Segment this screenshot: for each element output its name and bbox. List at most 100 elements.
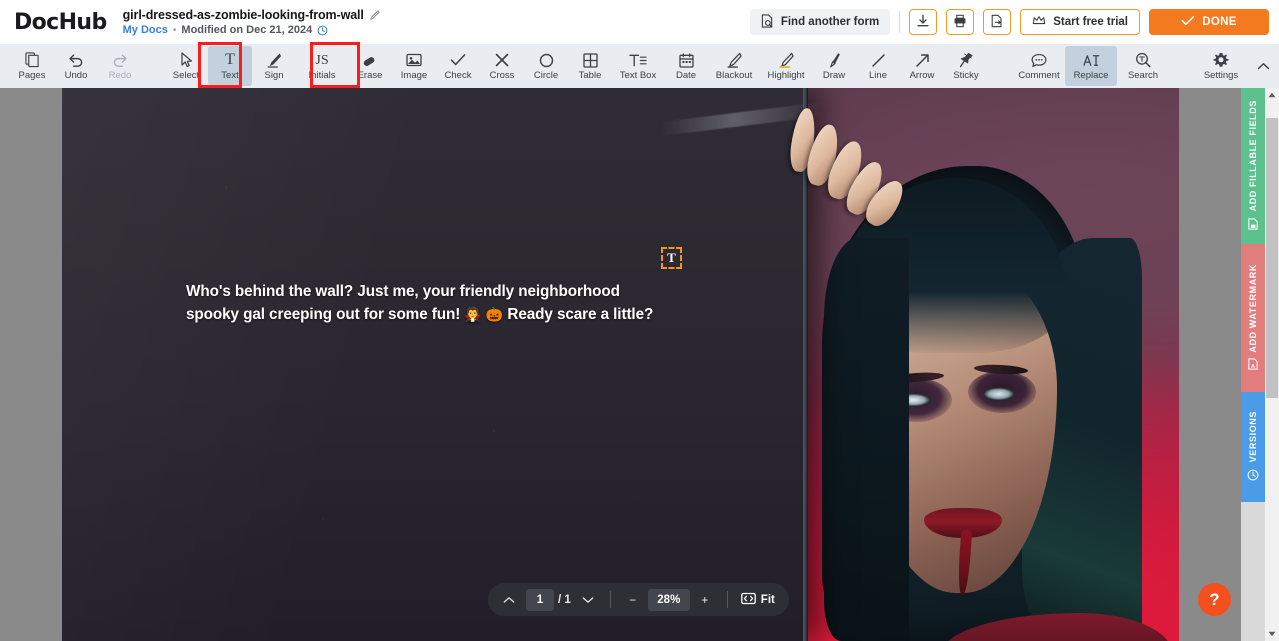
tool-comment-label: Comment	[1018, 69, 1060, 81]
crown-icon	[1032, 15, 1046, 29]
tool-undo[interactable]: Undo	[54, 46, 98, 86]
scroll-down-arrow[interactable]	[1265, 627, 1279, 641]
tool-select-label: Select	[172, 69, 200, 81]
tool-table-label: Table	[578, 69, 602, 81]
zoom-in-button[interactable]: +	[692, 587, 718, 612]
watermark-icon: A	[1247, 358, 1259, 372]
download-button[interactable]	[909, 9, 938, 35]
sign-pen-icon	[267, 52, 282, 69]
initials-icon: JS	[315, 52, 329, 68]
find-form-icon	[761, 13, 774, 31]
tool-image-label: Image	[400, 69, 428, 81]
tool-sign[interactable]: Sign	[252, 46, 296, 86]
fit-label: Fit	[760, 593, 775, 606]
current-page-input[interactable]: 1	[526, 588, 554, 611]
replace-text-icon	[1082, 52, 1100, 69]
pages-icon	[24, 52, 40, 69]
text-box-icon	[629, 52, 647, 69]
page-zoom-toolbar: 1 / 1 − 28% + Fit	[488, 583, 789, 616]
tool-comment[interactable]: Comment	[1013, 46, 1065, 86]
sidebar-tab-versions[interactable]: VERSIONS	[1241, 392, 1265, 502]
previous-page-button[interactable]	[496, 587, 522, 612]
done-button[interactable]: DONE	[1149, 9, 1269, 35]
tool-arrow[interactable]: Arrow	[900, 46, 944, 86]
blackout-pen-icon	[726, 52, 742, 69]
help-button[interactable]: ?	[1198, 583, 1231, 616]
sidebar-tab-versions-label: VERSIONS	[1248, 411, 1258, 463]
next-page-button[interactable]	[575, 587, 601, 612]
document-canvas[interactable]: Who's behind the wall? Just me, your fri…	[0, 88, 1279, 641]
tool-cross[interactable]: Cross	[480, 46, 524, 86]
page-annotation-text[interactable]: Who's behind the wall? Just me, your fri…	[186, 280, 706, 327]
tool-initials[interactable]: JS Initials	[296, 46, 348, 86]
annotation-line-2b: Ready scare a little?	[507, 306, 654, 323]
tool-search[interactable]: Search	[1117, 46, 1169, 86]
scroll-up-arrow[interactable]	[1265, 88, 1279, 102]
tool-image[interactable]: Image	[392, 46, 436, 86]
tool-select[interactable]: Select	[164, 46, 208, 86]
tool-sticky[interactable]: Sticky	[944, 46, 988, 86]
tool-arrow-label: Arrow	[909, 69, 935, 81]
tool-redo-label: Redo	[108, 69, 132, 81]
tool-text[interactable]: T Text	[208, 46, 252, 86]
breadcrumb-separator: •	[172, 24, 177, 36]
tool-line[interactable]: Line	[856, 46, 900, 86]
tool-draw[interactable]: Draw	[812, 46, 856, 86]
tool-replace[interactable]: Replace	[1065, 46, 1117, 86]
toolbar-collapse-button[interactable]	[1247, 46, 1279, 86]
versions-clock-icon	[1247, 469, 1259, 483]
svg-text:A: A	[1251, 364, 1256, 370]
tool-check[interactable]: Check	[436, 46, 480, 86]
photo-hand	[787, 106, 910, 236]
document-page[interactable]: Who's behind the wall? Just me, your fri…	[62, 88, 1179, 641]
fit-page-button[interactable]: Fit	[737, 592, 781, 608]
dochub-logo[interactable]: DocHub	[14, 10, 107, 35]
annotation-line-2a: spooky gal creeping out for some fun!	[186, 306, 461, 323]
text-tool-placement-cursor[interactable]: T	[661, 247, 682, 269]
vertical-scrollbar[interactable]	[1265, 88, 1279, 641]
draw-brush-icon	[827, 52, 841, 69]
breadcrumb-my-docs[interactable]: My Docs	[123, 24, 168, 36]
tool-circle-label: Circle	[533, 69, 559, 81]
document-subtitle-row: My Docs • Modified on Dec 21, 2024	[123, 24, 380, 36]
sidebar-tab-watermark-label: ADD WATERMARK	[1248, 263, 1258, 353]
app-header: DocHub girl-dressed-as-zombie-looking-fr…	[0, 0, 1279, 44]
chevron-up-icon	[1257, 58, 1270, 75]
tool-settings[interactable]: Settings	[1195, 46, 1247, 86]
start-free-trial-label: Start free trial	[1053, 16, 1128, 28]
tool-erase[interactable]: Erase	[348, 46, 392, 86]
arrow-icon	[915, 52, 930, 69]
zoom-out-button[interactable]: −	[620, 587, 646, 612]
fillable-fields-icon	[1247, 218, 1259, 232]
start-free-trial-button[interactable]: Start free trial	[1020, 9, 1140, 35]
tool-table[interactable]: Table	[568, 46, 612, 86]
tool-pages[interactable]: Pages	[10, 46, 54, 86]
sidebar-tab-add-watermark[interactable]: A ADD WATERMARK	[1241, 244, 1265, 392]
tool-circle[interactable]: Circle	[524, 46, 568, 86]
tool-settings-label: Settings	[1203, 69, 1239, 81]
vampire-emoji: 🧛	[464, 307, 482, 323]
print-button[interactable]	[946, 9, 975, 35]
pencil-icon[interactable]	[370, 10, 380, 20]
split-pages-button[interactable]	[983, 9, 1012, 35]
jack-o-lantern-emoji: 🎃	[485, 307, 504, 323]
clock-icon[interactable]	[317, 25, 328, 36]
header-actions: Find another form Start free trial DONE	[749, 0, 1269, 44]
cursor-icon	[180, 52, 193, 69]
tool-redo[interactable]: Redo	[98, 46, 142, 86]
search-icon	[1135, 52, 1151, 69]
tool-text-box-label: Text Box	[619, 69, 657, 81]
page-title: girl-dressed-as-zombie-looking-from-wall	[122, 8, 364, 22]
zoom-level-value[interactable]: 28%	[647, 588, 690, 611]
tool-date[interactable]: Date	[664, 46, 708, 86]
sidebar-tab-add-fillable-fields[interactable]: ADD FILLABLE FIELDS	[1241, 88, 1265, 244]
scrollbar-thumb[interactable]	[1266, 118, 1278, 398]
comment-icon	[1031, 52, 1047, 69]
tool-blackout[interactable]: Blackout	[708, 46, 760, 86]
undo-icon	[68, 52, 84, 69]
tool-text-box[interactable]: Text Box	[612, 46, 664, 86]
document-title-row: girl-dressed-as-zombie-looking-from-wall	[123, 8, 380, 22]
find-another-form-button[interactable]: Find another form	[749, 9, 891, 35]
done-label: DONE	[1202, 16, 1237, 28]
tool-highlight[interactable]: Highlight	[760, 46, 812, 86]
